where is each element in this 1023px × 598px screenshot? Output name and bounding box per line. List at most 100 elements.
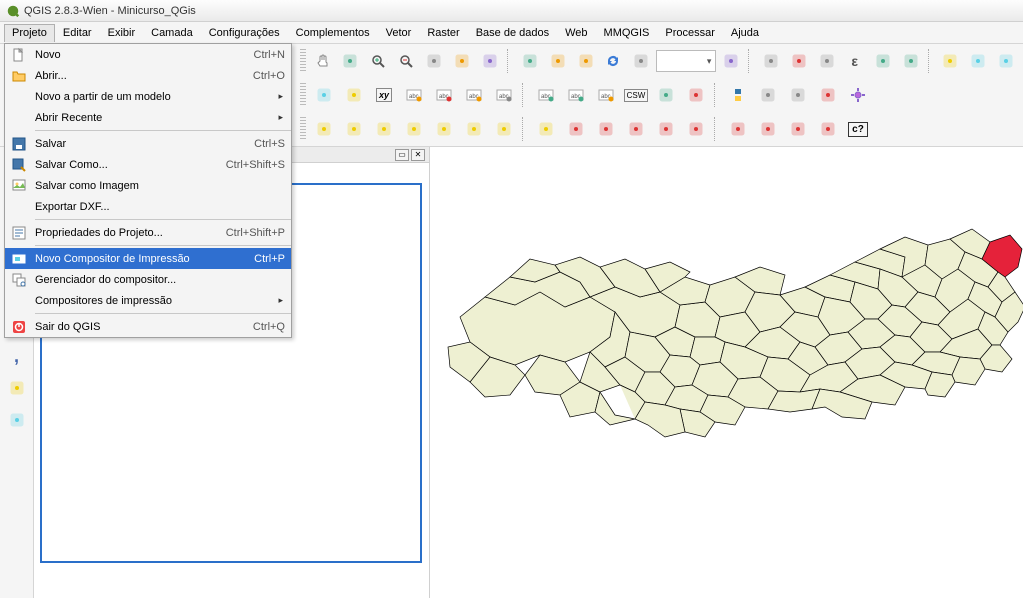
- hand-icon[interactable]: [310, 47, 336, 75]
- diamond-icon[interactable]: [682, 81, 710, 109]
- refresh-icon[interactable]: [601, 47, 627, 75]
- measure-icon[interactable]: [786, 47, 812, 75]
- paste-icon[interactable]: [340, 81, 368, 109]
- zoom-1-1-icon[interactable]: [421, 47, 447, 75]
- toolbar-combo[interactable]: [656, 50, 716, 72]
- menu-item-compositores-de-impress-o[interactable]: Compositores de impressão▸: [5, 290, 291, 311]
- identify-icon[interactable]: [628, 47, 654, 75]
- raster8-icon[interactable]: [784, 115, 812, 143]
- raster7-icon[interactable]: [754, 115, 782, 143]
- menu-raster[interactable]: Raster: [419, 24, 467, 42]
- blank-icon: [9, 199, 29, 215]
- menu-editar[interactable]: Editar: [55, 24, 100, 42]
- mountain-icon[interactable]: [784, 81, 812, 109]
- copy-icon[interactable]: [310, 81, 338, 109]
- field-calc-icon[interactable]: [898, 47, 924, 75]
- gear-icon[interactable]: [844, 81, 872, 109]
- menu-item-abrir-[interactable]: Abrir...Ctrl+O: [5, 65, 291, 86]
- abc-pin-icon[interactable]: abc: [430, 81, 458, 109]
- poly2-icon[interactable]: [340, 115, 368, 143]
- zoom-next-icon[interactable]: [573, 47, 599, 75]
- save-image-icon: [9, 178, 29, 194]
- abc-layer-icon[interactable]: abc: [460, 81, 488, 109]
- tree-icon[interactable]: [4, 407, 30, 433]
- calendar-icon[interactable]: [754, 81, 782, 109]
- raster3-icon[interactable]: [622, 115, 650, 143]
- zoom-full-icon[interactable]: [449, 47, 475, 75]
- palette-icon[interactable]: [814, 81, 842, 109]
- menu-projeto[interactable]: Projeto: [4, 24, 55, 42]
- menu-vetor[interactable]: Vetor: [378, 24, 420, 42]
- menu-camada[interactable]: Camada: [143, 24, 201, 42]
- qgis-icon: [6, 4, 20, 18]
- poly7-icon[interactable]: [490, 115, 518, 143]
- deselect-icon[interactable]: [758, 47, 784, 75]
- menu-item-salvar-como-[interactable]: Salvar Como...Ctrl+Shift+S: [5, 154, 291, 175]
- menu-item-shortcut: Ctrl+O: [253, 70, 285, 82]
- raster4-icon[interactable]: [652, 115, 680, 143]
- xy-icon[interactable]: xy: [370, 81, 398, 109]
- db-icon[interactable]: [652, 81, 680, 109]
- abc-plain-icon[interactable]: abc: [592, 81, 620, 109]
- menu-ajuda[interactable]: Ajuda: [723, 24, 767, 42]
- zoom-in-icon[interactable]: [365, 47, 391, 75]
- menu-item-salvar-como-imagem[interactable]: Salvar como Imagem: [5, 175, 291, 196]
- help-icon[interactable]: c?: [844, 115, 872, 143]
- abc-label-icon[interactable]: abc: [400, 81, 428, 109]
- menu-web[interactable]: Web: [557, 24, 595, 42]
- zoom-last-icon[interactable]: [545, 47, 571, 75]
- menu-item-propriedades-do-projeto-[interactable]: Propriedades do Projeto...Ctrl+Shift+P: [5, 222, 291, 243]
- menu-base-de-dados[interactable]: Base de dados: [468, 24, 557, 42]
- menu-item-novo-a-partir-de-um-modelo[interactable]: Novo a partir de um modelo▸: [5, 86, 291, 107]
- menu-item-sair-do-qgis[interactable]: Sair do QGISCtrl+Q: [5, 316, 291, 337]
- abc-move-icon[interactable]: abc: [490, 81, 518, 109]
- csw-icon[interactable]: CSW: [622, 81, 650, 109]
- menu-item-label: Gerenciador do compositor...: [35, 274, 285, 286]
- abc-change-icon[interactable]: abc: [562, 81, 590, 109]
- poly8-icon[interactable]: [532, 115, 560, 143]
- select-icon[interactable]: [718, 47, 744, 75]
- zoom-selection-icon[interactable]: [477, 47, 503, 75]
- tips-icon[interactable]: [965, 47, 991, 75]
- bookmark-icon[interactable]: [814, 47, 840, 75]
- stats-icon[interactable]: [937, 47, 963, 75]
- map-canvas[interactable]: [430, 147, 1023, 598]
- raster9-icon[interactable]: [814, 115, 842, 143]
- poly4-icon[interactable]: [400, 115, 428, 143]
- menu-mmqgis[interactable]: MMQGIS: [596, 24, 658, 42]
- raster1-icon[interactable]: [562, 115, 590, 143]
- menu-item-abrir-recente[interactable]: Abrir Recente▸: [5, 107, 291, 128]
- menu-item-novo-compositor-de-impress-o[interactable]: Novo Compositor de ImpressãoCtrl+P: [5, 248, 291, 269]
- composer-manager-icon: [9, 272, 29, 288]
- zoom-layer-icon[interactable]: [517, 47, 543, 75]
- menu-configuracoes[interactable]: Configurações: [201, 24, 288, 42]
- poly5-icon[interactable]: [430, 115, 458, 143]
- abc-rotate-icon[interactable]: abc: [532, 81, 560, 109]
- submenu-arrow-icon: ▸: [278, 91, 283, 102]
- menu-item-salvar[interactable]: SalvarCtrl+S: [5, 133, 291, 154]
- menu-processar[interactable]: Processar: [657, 24, 723, 42]
- menu-item-label: Salvar: [35, 138, 254, 150]
- menu-item-exportar-dxf-[interactable]: Exportar DXF...: [5, 196, 291, 217]
- raster2-icon[interactable]: [592, 115, 620, 143]
- attr-table-icon[interactable]: [870, 47, 896, 75]
- html-icon[interactable]: [993, 47, 1019, 75]
- poly3-icon[interactable]: [370, 115, 398, 143]
- raster5-icon[interactable]: [682, 115, 710, 143]
- epsilon-icon[interactable]: ε: [842, 47, 868, 75]
- pan-select-icon[interactable]: [337, 47, 363, 75]
- nodes-icon[interactable]: [4, 375, 30, 401]
- menu-complementos[interactable]: Complementos: [288, 24, 378, 42]
- panel-float-button[interactable]: ▭: [395, 149, 409, 161]
- raster6-icon[interactable]: [724, 115, 752, 143]
- menu-item-shortcut: Ctrl+Shift+S: [226, 159, 285, 171]
- python-icon[interactable]: [724, 81, 752, 109]
- panel-close-button[interactable]: ✕: [411, 149, 425, 161]
- menu-item-gerenciador-do-compositor-[interactable]: Gerenciador do compositor...: [5, 269, 291, 290]
- zoom-out-icon[interactable]: [393, 47, 419, 75]
- poly6-icon[interactable]: [460, 115, 488, 143]
- menu-exibir[interactable]: Exibir: [100, 24, 144, 42]
- poly1-icon[interactable]: [310, 115, 338, 143]
- comma-icon[interactable]: ,: [4, 343, 30, 369]
- menu-item-novo[interactable]: NovoCtrl+N: [5, 44, 291, 65]
